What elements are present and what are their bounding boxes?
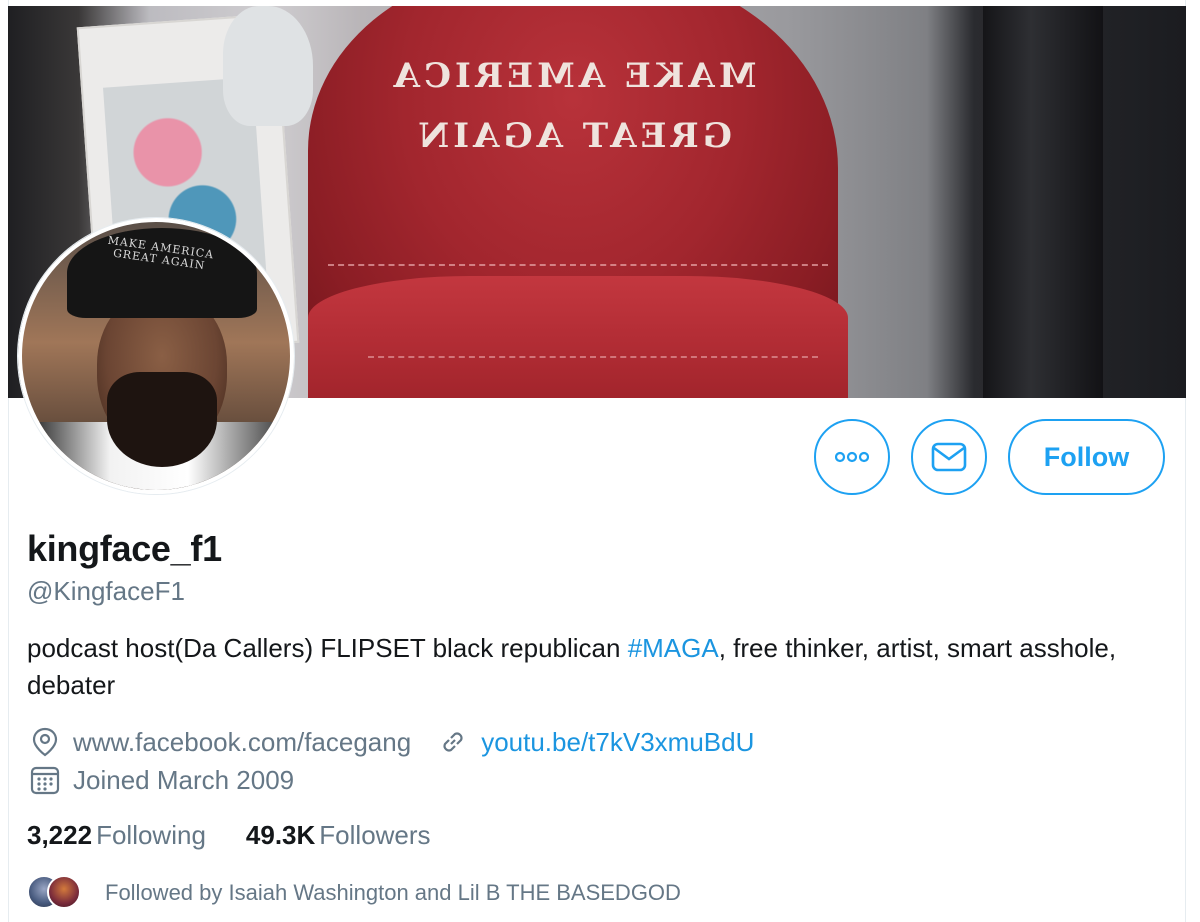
followers-count: 49.3K: [245, 820, 316, 850]
website-link[interactable]: youtu.be/t7kV3xmuBdU: [481, 727, 754, 758]
more-options-button[interactable]: [814, 419, 890, 495]
profile-avatar[interactable]: MAKE AMERICA GREAT AGAIN: [18, 218, 294, 494]
banner-curtain: [983, 6, 1103, 398]
profile-meta-links: www.facebook.com/facegang youtu.be/t7kV3…: [27, 724, 754, 760]
location-pin-icon: [27, 724, 63, 760]
banner-white-cap: [223, 6, 313, 126]
banner-hat-brim: [308, 276, 848, 398]
more-horizontal-icon: [835, 451, 869, 463]
follow-button[interactable]: Follow: [1008, 419, 1165, 495]
calendar-icon: [27, 762, 63, 798]
bio-hashtag-link[interactable]: #MAGA: [628, 633, 719, 663]
location-text: www.facebook.com/facegang: [73, 726, 412, 757]
mutual-follower-avatars: [27, 875, 85, 911]
followed-by-text: Followed by Isaiah Washington and Lil B …: [105, 880, 681, 905]
profile-bio: podcast host(Da Callers) FLIPSET black r…: [27, 633, 1117, 700]
follow-stats: 3,222 Following 49.3K Followers: [27, 820, 471, 851]
message-button[interactable]: [911, 419, 987, 495]
following-count: 3,222: [27, 820, 93, 850]
user-handle: @KingfaceF1: [27, 576, 185, 606]
banner-hat-embroidery: MAKE AMERICA GREAT AGAIN: [389, 56, 757, 156]
followed-by-row[interactable]: Followed by Isaiah Washington and Lil B …: [27, 875, 681, 911]
mutual-avatar: [47, 875, 81, 909]
display-name: kingface_f1: [27, 528, 222, 569]
envelope-icon: [931, 442, 967, 472]
followers-stat-link[interactable]: 49.3K Followers: [246, 820, 431, 851]
joined-date: Joined March 2009: [73, 764, 295, 795]
followers-label: Followers: [319, 820, 431, 850]
joined-row: Joined March 2009: [27, 762, 294, 798]
following-label: Following: [96, 820, 206, 850]
link-icon: [435, 724, 471, 760]
following-stat-link[interactable]: 3,222 Following: [27, 820, 206, 851]
